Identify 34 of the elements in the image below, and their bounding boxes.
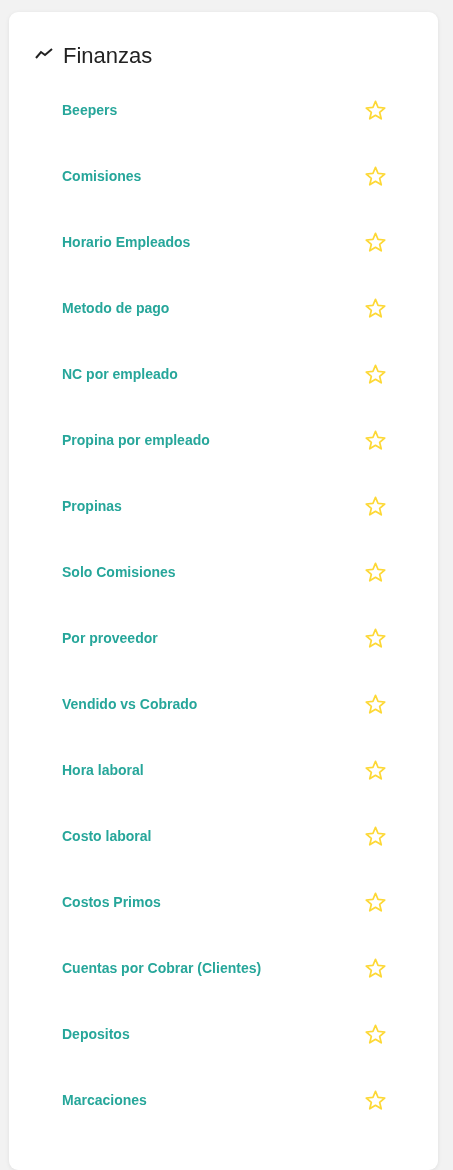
star-icon[interactable] (365, 760, 386, 780)
star-icon[interactable] (365, 1024, 386, 1044)
report-link[interactable]: Costo laboral (62, 828, 152, 844)
report-link[interactable]: Vendido vs Cobrado (62, 696, 198, 712)
star-icon[interactable] (365, 694, 386, 714)
report-link[interactable]: Metodo de pago (62, 300, 170, 316)
star-icon[interactable] (365, 958, 386, 978)
report-link[interactable]: Propinas (62, 498, 122, 514)
report-link[interactable]: Por proveedor (62, 630, 158, 646)
report-link[interactable]: Depositos (62, 1026, 130, 1042)
star-icon[interactable] (365, 826, 386, 846)
star-icon[interactable] (365, 562, 386, 582)
star-icon[interactable] (365, 232, 386, 252)
report-link[interactable]: Horario Empleados (62, 234, 191, 250)
star-icon[interactable] (365, 892, 386, 912)
report-link[interactable]: Cuentas por Cobrar (Clientes) (62, 960, 262, 976)
report-link[interactable]: Propina por empleado (62, 432, 210, 448)
star-icon[interactable] (365, 298, 386, 318)
star-icon[interactable] (365, 496, 386, 516)
report-link[interactable]: NC por empleado (62, 366, 178, 382)
report-link[interactable]: Comisiones (62, 168, 142, 184)
report-link[interactable]: Solo Comisiones (62, 564, 176, 580)
section-title: Finanzas (63, 43, 153, 69)
star-icon[interactable] (365, 100, 386, 120)
report-link[interactable]: Marcaciones (62, 1092, 147, 1108)
report-link[interactable]: Costos Primos (62, 894, 161, 910)
star-icon[interactable] (365, 430, 386, 450)
star-icon[interactable] (365, 628, 386, 648)
star-icon[interactable] (365, 364, 386, 384)
star-icon[interactable] (365, 166, 386, 186)
trend-line-icon (35, 47, 53, 59)
report-link[interactable]: Beepers (62, 102, 118, 118)
star-icon[interactable] (365, 1090, 386, 1110)
report-link[interactable]: Hora laboral (62, 762, 144, 778)
